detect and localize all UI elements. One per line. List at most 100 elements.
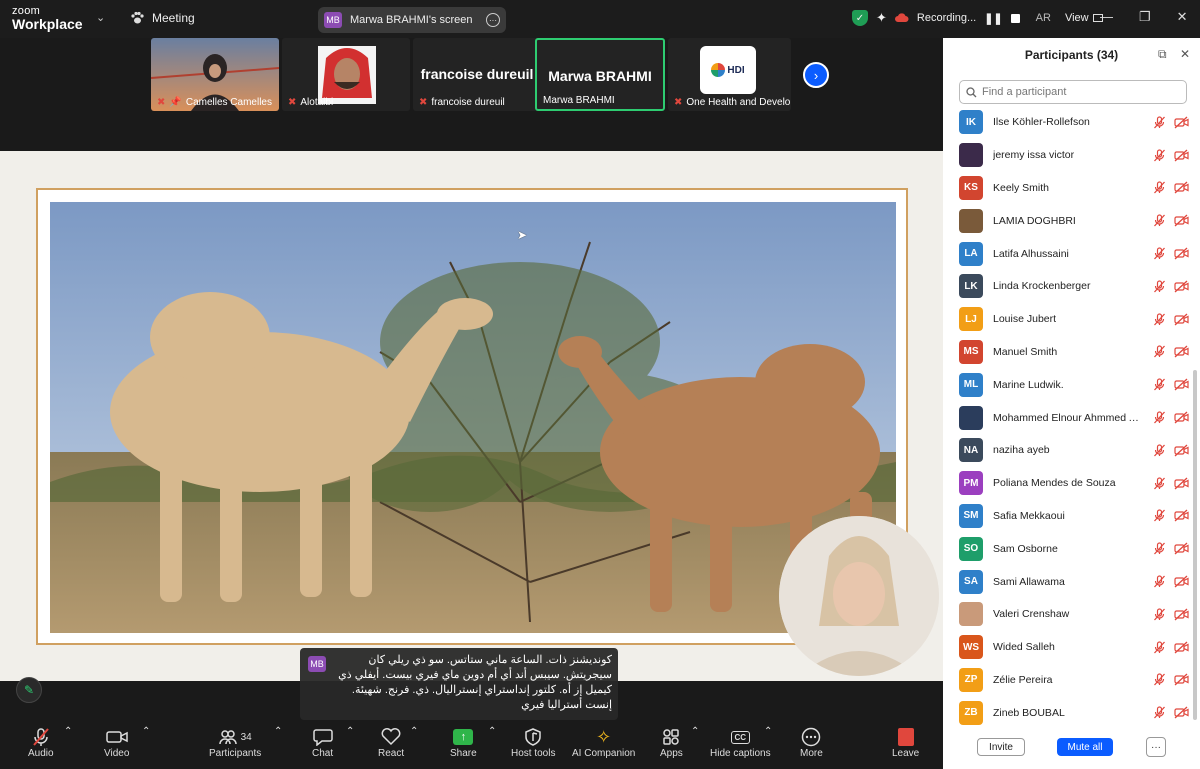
screen-share-pill[interactable]: MB Marwa BRAHMI's screen ··· (318, 7, 506, 33)
invite-button[interactable]: Invite (977, 738, 1025, 756)
mute-all-button[interactable]: Mute all (1057, 738, 1113, 756)
video-tile[interactable]: HDI ✖ One Health and Develo... (668, 38, 791, 111)
video-tile[interactable]: ✖ 📌 Camelles Camelles (151, 38, 279, 111)
language-label[interactable]: AR (1036, 12, 1051, 24)
participant-row[interactable]: Valeri Crenshaw (959, 598, 1191, 631)
video-off-icon[interactable] (1174, 608, 1189, 621)
mic-muted-icon[interactable] (1153, 247, 1166, 260)
mic-muted-icon[interactable] (1153, 509, 1166, 522)
video-off-icon[interactable] (1174, 345, 1189, 358)
participant-row[interactable]: IK Ilse Köhler-Rollefson (959, 106, 1191, 139)
video-off-icon[interactable] (1174, 411, 1189, 424)
video-off-icon[interactable] (1174, 641, 1189, 654)
mic-muted-icon[interactable] (1153, 477, 1166, 490)
mic-muted-icon[interactable] (1153, 214, 1166, 227)
sparkle-icon[interactable]: ✦ (876, 10, 887, 26)
apps-button[interactable]: Apps (660, 726, 683, 759)
mic-muted-icon[interactable] (1153, 542, 1166, 555)
mic-muted-icon[interactable] (1153, 641, 1166, 654)
mic-muted-icon[interactable] (1153, 313, 1166, 326)
video-off-icon[interactable] (1174, 116, 1189, 129)
participant-row[interactable]: KS Keely Smith (959, 172, 1191, 205)
video-off-icon[interactable] (1174, 214, 1189, 227)
video-off-icon[interactable] (1174, 477, 1189, 490)
video-tile[interactable]: ✖ Alotaibi (282, 38, 410, 111)
apps-options-caret-icon[interactable]: ⌃ (691, 726, 699, 737)
host-tools-button[interactable]: Host tools (511, 726, 555, 759)
share-options-caret-icon[interactable]: ⌃ (488, 726, 496, 737)
video-options-caret-icon[interactable]: ⌃ (142, 726, 150, 737)
participant-row[interactable]: PM Poliana Mendes de Souza (959, 467, 1191, 500)
participant-row[interactable]: ZB Zineb BOUBAL (959, 696, 1191, 729)
close-icon[interactable]: ✕ (1180, 47, 1190, 61)
video-tile[interactable]: francoise dureuil ✖ francoise dureuil (413, 38, 541, 111)
share-button[interactable]: ↑ Share (450, 726, 477, 759)
pause-recording-icon[interactable]: ❚❚ (984, 12, 1002, 25)
mic-muted-icon[interactable] (1153, 673, 1166, 686)
active-speaker-tile[interactable]: Marwa BRAHMI Marwa BRAHMI (535, 38, 665, 111)
participant-row[interactable]: SA Sami Allawama (959, 565, 1191, 598)
participant-search[interactable] (959, 80, 1187, 104)
participant-row[interactable]: ML Marine Ludwik. (959, 368, 1191, 401)
participants-button[interactable]: 34 Participants (209, 726, 261, 759)
meeting-menu[interactable]: Meeting (130, 11, 195, 25)
mic-muted-icon[interactable] (1153, 149, 1166, 162)
mic-muted-icon[interactable] (1153, 575, 1166, 588)
react-button[interactable]: React (378, 726, 404, 759)
react-options-caret-icon[interactable]: ⌃ (410, 726, 418, 737)
participant-row[interactable]: LK Linda Krockenberger (959, 270, 1191, 303)
chat-options-caret-icon[interactable]: ⌃ (346, 726, 354, 737)
video-off-icon[interactable] (1174, 313, 1189, 326)
ai-companion-button[interactable]: ✧ AI Companion (572, 726, 635, 760)
participant-row[interactable]: LA Latifa Alhussaini (959, 237, 1191, 270)
close-icon[interactable]: ✕ (1177, 9, 1188, 25)
participants-options-caret-icon[interactable]: ⌃ (274, 726, 282, 737)
mic-muted-icon[interactable] (1153, 444, 1166, 457)
chevron-down-icon[interactable]: ⌄ (96, 11, 105, 24)
mic-muted-icon[interactable] (1153, 280, 1166, 293)
video-off-icon[interactable] (1174, 247, 1189, 260)
mic-muted-icon[interactable] (1153, 345, 1166, 358)
participant-row[interactable]: LAMIA DOGHBRI (959, 204, 1191, 237)
audio-button[interactable]: Audio (28, 726, 54, 759)
shield-check-icon[interactable]: ✓ (852, 10, 868, 26)
captions-options-caret-icon[interactable]: ⌃ (764, 726, 772, 737)
video-off-icon[interactable] (1174, 673, 1189, 686)
participant-row[interactable]: ZP Zélie Pereira (959, 664, 1191, 697)
participant-row[interactable]: LJ Louise Jubert (959, 303, 1191, 336)
pop-out-icon[interactable]: ⧉ (1158, 47, 1167, 62)
video-off-icon[interactable] (1174, 280, 1189, 293)
mic-muted-icon[interactable] (1153, 411, 1166, 424)
mic-muted-icon[interactable] (1153, 116, 1166, 129)
participant-row[interactable]: MS Manuel Smith (959, 336, 1191, 369)
video-off-icon[interactable] (1174, 378, 1189, 391)
audio-options-caret-icon[interactable]: ⌃ (64, 726, 72, 737)
hide-captions-button[interactable]: CC Hide captions (710, 726, 771, 759)
participant-row[interactable]: SM Safia Mekkaoui (959, 500, 1191, 533)
chat-button[interactable]: Chat (312, 726, 333, 759)
minimize-icon[interactable]: — (1100, 9, 1113, 25)
participant-row[interactable]: jeremy issa victor (959, 139, 1191, 172)
video-off-icon[interactable] (1174, 181, 1189, 194)
participant-row[interactable]: Mohammed Elnour Ahmmed A... (959, 401, 1191, 434)
search-input[interactable] (982, 86, 1172, 98)
mic-muted-icon[interactable] (1153, 378, 1166, 391)
more-options-icon[interactable]: ··· (486, 13, 500, 27)
self-video[interactable] (779, 516, 939, 676)
participant-row[interactable]: NA naziha ayeb (959, 434, 1191, 467)
next-page-button[interactable]: › (803, 62, 829, 88)
stop-recording-icon[interactable] (1010, 13, 1020, 23)
maximize-icon[interactable]: ❐ (1139, 9, 1151, 25)
annotate-button[interactable]: ✎ (16, 677, 42, 703)
video-off-icon[interactable] (1174, 706, 1189, 719)
leave-button[interactable]: Leave (892, 726, 919, 759)
video-off-icon[interactable] (1174, 444, 1189, 457)
view-button[interactable]: View (1065, 12, 1103, 24)
video-off-icon[interactable] (1174, 149, 1189, 162)
mic-muted-icon[interactable] (1153, 608, 1166, 621)
participant-row[interactable]: WS Wided Salleh (959, 631, 1191, 664)
video-off-icon[interactable] (1174, 509, 1189, 522)
panel-more-button[interactable]: ··· (1146, 737, 1166, 757)
participant-row[interactable]: SO Sam Osborne (959, 532, 1191, 565)
more-button[interactable]: More (800, 726, 823, 759)
